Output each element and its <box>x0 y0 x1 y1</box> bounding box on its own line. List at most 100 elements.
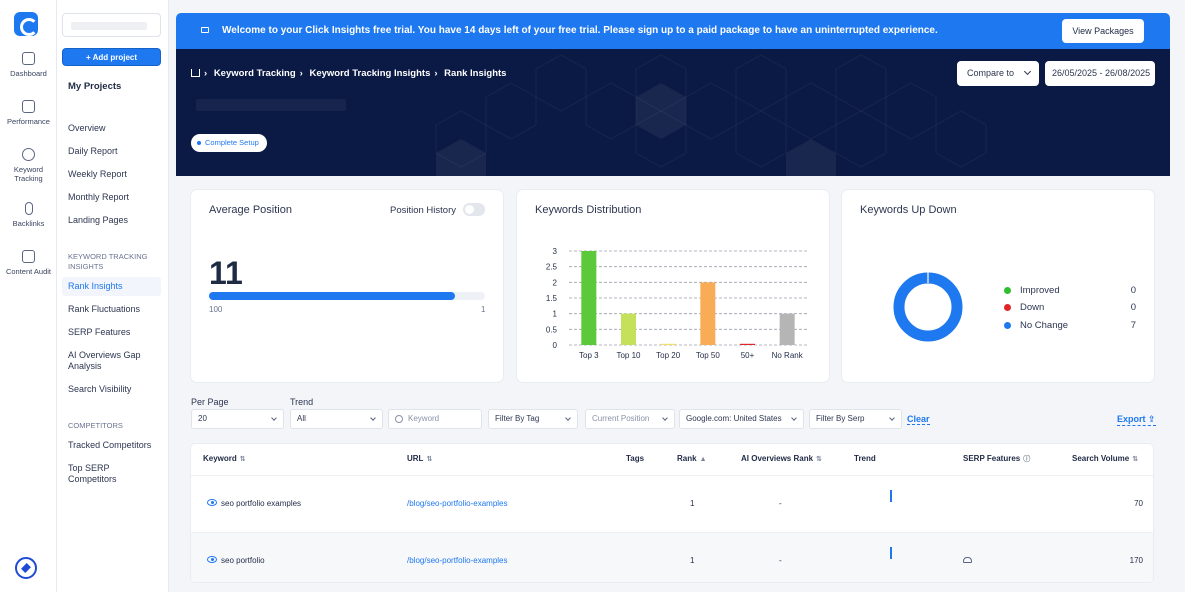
export-button[interactable]: Export ⇪ <box>1117 414 1156 426</box>
y-tick-label: 2 <box>553 278 558 287</box>
cloud-serp-feature-icon <box>963 557 972 563</box>
compare-to-dropdown[interactable]: Compare to <box>957 61 1039 86</box>
export-label: Export <box>1117 414 1146 424</box>
sidebar-section-keyword-tracking: KEYWORD TRACKING INSIGHTS <box>68 252 148 271</box>
table-row[interactable]: seo portfolio examples /blog/seo-portfol… <box>191 475 1153 532</box>
project-sidebar: + Add project My Projects Overview Daily… <box>57 0 169 592</box>
sidebar-link-overview[interactable]: Overview <box>68 123 160 134</box>
rail-label: Performance <box>7 117 50 126</box>
sidebar-link-rank-insights[interactable]: Rank Insights <box>62 277 161 296</box>
y-tick-label: 1 <box>553 310 558 319</box>
view-icon[interactable] <box>207 499 217 506</box>
distribution-chart: 0 0.5 1 1.5 2 2.5 3 Top 3 Top 10 Top 20 Top 50 50+ N… <box>546 247 807 360</box>
trend-sparkline <box>890 490 892 502</box>
rail-item-performance[interactable]: Performance <box>0 100 57 126</box>
sidebar-link-search-visibility[interactable]: Search Visibility <box>68 384 160 395</box>
sidebar-link-rank-fluctuations[interactable]: Rank Fluctuations <box>68 304 160 315</box>
legend-label: No Change <box>1020 320 1069 331</box>
bar-no-rank <box>779 313 795 345</box>
chevron-down-icon <box>1023 67 1032 76</box>
keyword-cell: seo portfolio examples <box>221 499 302 508</box>
sidebar-link-top-serp-competitors[interactable]: Top SERP Competitors <box>68 463 160 485</box>
trend-sparkline <box>890 547 892 559</box>
complete-setup-button[interactable]: Complete Setup <box>191 134 267 152</box>
keyword-cell: seo portfolio <box>221 556 265 565</box>
search-icon <box>395 415 403 423</box>
rail-item-backlinks[interactable]: Backlinks <box>0 202 57 228</box>
url-link[interactable]: /blog/seo-portfolio-examples <box>407 556 508 565</box>
sidebar-link-serp-features[interactable]: SERP Features <box>68 327 160 338</box>
rank-cell: 1 <box>690 556 695 565</box>
breadcrumb-kt-insights[interactable]: Keyword Tracking Insights <box>309 68 430 79</box>
sidebar-section-competitors: COMPETITORS <box>68 421 123 430</box>
column-header-keyword[interactable]: Keyword ⇅ <box>203 454 246 463</box>
breadcrumb-rank-insights: Rank Insights <box>444 68 507 79</box>
keyword-placeholder: Keyword <box>408 414 440 423</box>
position-progress-bar <box>209 292 485 300</box>
sidebar-link-landing-pages[interactable]: Landing Pages <box>68 215 160 226</box>
sidebar-link-ai-overviews-gap[interactable]: AI Overviews Gap Analysis <box>68 350 160 372</box>
date-range-picker[interactable]: 26/05/2025 - 26/08/2025 <box>1045 61 1155 86</box>
home-icon[interactable] <box>191 69 200 77</box>
column-header-trend: Trend <box>854 454 876 463</box>
filter-by-tag-select[interactable]: Filter By Tag <box>488 409 578 429</box>
table-row[interactable]: seo portfolio /blog/seo-portfolio-exampl… <box>191 532 1153 582</box>
upload-icon: ⇪ <box>1148 414 1156 424</box>
column-header-rank[interactable]: Rank ▲ <box>677 454 707 463</box>
legend-label: Down <box>1020 302 1045 313</box>
bar-top-10 <box>621 313 636 345</box>
keyword-search-input[interactable]: Keyword <box>388 409 482 429</box>
rail-item-content-audit[interactable]: Content Audit <box>0 250 57 276</box>
backlinks-icon <box>24 202 33 215</box>
my-projects-title: My Projects <box>68 81 122 92</box>
url-link[interactable]: /blog/seo-portfolio-examples <box>407 499 508 508</box>
x-tick-label: Top 10 <box>616 351 641 360</box>
search-engine-select[interactable]: Google.com: United States <box>679 409 804 429</box>
clear-filters-link[interactable]: Clear <box>907 414 930 425</box>
view-packages-button[interactable]: View Packages <box>1062 19 1144 43</box>
rail-label: Content Audit <box>5 267 52 276</box>
current-position-select[interactable]: Current Position <box>585 409 675 429</box>
x-tick-label: Top 20 <box>656 351 681 360</box>
card-title: Keywords Up Down <box>860 204 957 216</box>
progress-min-label: 100 <box>209 305 223 314</box>
serp-filter-label: Filter By Serp <box>816 414 865 423</box>
trend-select[interactable]: All <box>290 409 383 429</box>
keywords-up-down-card: Keywords Up Down Improved 0 Down 0 No Ch… <box>841 189 1155 383</box>
legend-dot <box>1004 304 1011 311</box>
rail-item-dashboard[interactable]: Dashboard <box>0 52 57 78</box>
column-header-ai-rank[interactable]: AI Overviews Rank ⇅ <box>741 454 822 463</box>
per-page-select[interactable]: 20 <box>191 409 284 429</box>
app-logo-icon[interactable] <box>14 12 38 36</box>
content-audit-icon <box>22 250 35 263</box>
rail-item-keyword-tracking[interactable]: Keyword Tracking <box>0 148 57 183</box>
x-tick-label: 50+ <box>741 351 755 360</box>
sidebar-link-tracked-competitors[interactable]: Tracked Competitors <box>68 440 160 451</box>
rail-label: Dashboard <box>10 69 47 78</box>
sidebar-link-daily-report[interactable]: Daily Report <box>68 146 160 157</box>
view-icon[interactable] <box>207 556 217 563</box>
sidebar-link-weekly-report[interactable]: Weekly Report <box>68 169 160 180</box>
filter-by-serp-select[interactable]: Filter By Serp <box>809 409 902 429</box>
ai-rank-cell: - <box>779 499 782 508</box>
breadcrumb-keyword-tracking[interactable]: Keyword Tracking <box>214 68 296 79</box>
up-down-donut <box>893 272 963 342</box>
tag-filter-label: Filter By Tag <box>495 414 540 423</box>
info-icon[interactable]: ⓘ <box>1023 454 1030 464</box>
add-project-button[interactable]: + Add project <box>62 48 161 66</box>
upgrade-diamond-icon[interactable] <box>15 557 37 579</box>
rank-cell: 1 <box>690 499 695 508</box>
column-header-search-volume[interactable]: Search Volume ⇅ <box>1072 454 1138 463</box>
rail-label: Backlinks <box>12 219 45 228</box>
position-history-toggle[interactable] <box>463 203 485 216</box>
chevron-down-icon <box>791 415 797 421</box>
column-header-url[interactable]: URL ⇅ <box>407 454 432 463</box>
keywords-distribution-card: Keywords Distribution 0 0.5 1 1.5 2 2.5 3 Top 3… <box>516 189 830 383</box>
x-tick-label: Top 50 <box>696 351 721 360</box>
project-selector[interactable] <box>62 13 161 37</box>
per-page-label: Per Page <box>191 397 229 407</box>
position-filter-label: Current Position <box>592 414 650 423</box>
position-history-label: Position History <box>390 205 456 216</box>
sidebar-link-monthly-report[interactable]: Monthly Report <box>68 192 160 203</box>
search-engine-value: Google.com: United States <box>686 414 782 423</box>
